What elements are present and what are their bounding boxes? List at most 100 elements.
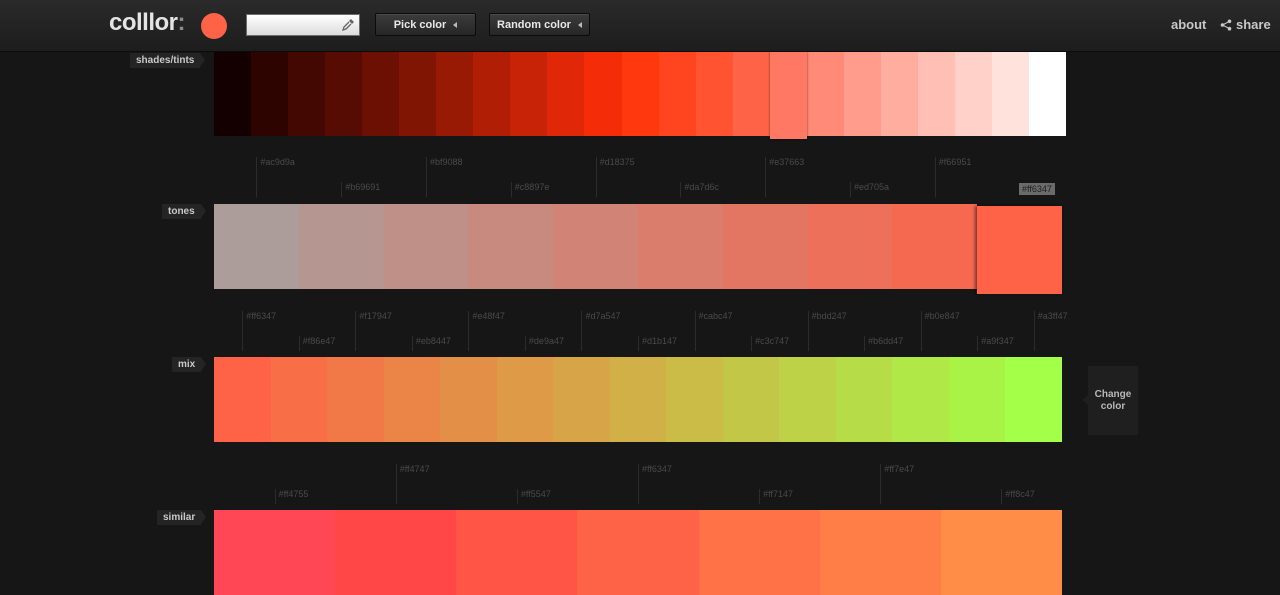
color-swatch[interactable] — [383, 357, 441, 442]
hex-label: #c3c747 — [751, 336, 789, 351]
pick-color-button[interactable]: Pick color — [375, 13, 476, 36]
color-swatch[interactable] — [335, 510, 457, 595]
current-color-swatch — [201, 13, 227, 39]
color-swatch[interactable] — [892, 204, 978, 289]
color-swatch[interactable] — [214, 510, 336, 595]
color-swatch[interactable] — [456, 510, 578, 595]
color-swatch[interactable] — [948, 357, 1006, 442]
color-swatch[interactable] — [553, 204, 638, 289]
color-swatch[interactable] — [1029, 52, 1067, 136]
hex-label: #ff6347 — [638, 464, 672, 504]
color-swatch[interactable] — [327, 357, 384, 442]
color-swatch[interactable] — [1005, 357, 1062, 442]
color-swatch[interactable] — [553, 357, 610, 442]
section-label-tones: tones — [162, 204, 206, 219]
mix-strip — [214, 357, 1062, 442]
color-swatch[interactable] — [440, 357, 497, 442]
hex-label: #da7d6c — [680, 182, 719, 197]
eyedropper-icon[interactable] — [341, 18, 355, 32]
color-swatch[interactable] — [917, 52, 955, 136]
color-swatch[interactable] — [325, 52, 363, 136]
about-link[interactable]: about — [1171, 17, 1206, 32]
tones-selected-hex-badge: #ff6347 — [1019, 183, 1055, 195]
hex-label: #f86e47 — [298, 336, 335, 351]
color-swatch[interactable] — [843, 52, 881, 136]
section-label-mix: mix — [172, 357, 207, 372]
hex-label: #a3ff47 — [1033, 311, 1068, 351]
color-swatch[interactable] — [214, 204, 299, 289]
random-color-button[interactable]: Random color — [489, 13, 590, 36]
hex-label: #e48f47 — [468, 311, 505, 351]
top-bar: colllor: Pick color Random color about s… — [0, 0, 1280, 52]
color-swatch[interactable] — [666, 357, 723, 442]
color-swatch[interactable] — [940, 510, 1062, 595]
color-swatch[interactable] — [473, 52, 511, 136]
hex-label: #c8897e — [510, 182, 549, 197]
color-swatch[interactable] — [288, 52, 326, 136]
hex-label: #bf9088 — [426, 157, 463, 197]
color-swatch[interactable] — [436, 52, 474, 136]
color-swatch[interactable] — [214, 357, 271, 442]
share-label: share — [1236, 17, 1271, 32]
pick-color-label: Pick color — [393, 18, 447, 31]
color-swatch[interactable] — [880, 52, 918, 136]
color-swatch[interactable] — [577, 510, 699, 595]
logo[interactable]: colllor: — [109, 9, 185, 37]
color-swatch[interactable] — [298, 204, 384, 289]
caret-left-icon — [453, 21, 458, 28]
section-label-similar: similar — [157, 510, 207, 525]
color-swatch[interactable] — [819, 510, 941, 595]
hex-label: #ff5547 — [516, 489, 551, 504]
color-swatch[interactable] — [468, 204, 554, 289]
color-swatch[interactable] — [609, 357, 667, 442]
hex-label: #d1b147 — [638, 336, 677, 351]
change-color-button[interactable]: Change color — [1083, 366, 1138, 435]
color-swatch[interactable] — [695, 52, 733, 136]
hex-label: #de9a47 — [524, 336, 564, 351]
hex-label: #ff8c47 — [1001, 489, 1035, 504]
color-swatch[interactable] — [892, 357, 949, 442]
hex-label: #ff6347 — [242, 311, 276, 351]
hex-label: #bdd247 — [807, 311, 847, 351]
color-swatch[interactable] — [251, 52, 289, 136]
color-swatch[interactable] — [496, 357, 554, 442]
hex-label: #e37663 — [765, 157, 804, 197]
hex-label: #f17947 — [355, 311, 392, 351]
color-swatch[interactable] — [621, 52, 659, 136]
color-swatch[interactable] — [510, 52, 548, 136]
color-swatch[interactable] — [807, 204, 893, 289]
color-swatch[interactable] — [547, 52, 585, 136]
similar-strip — [214, 510, 1062, 595]
hex-label: #b0e847 — [920, 311, 960, 351]
color-swatch[interactable] — [806, 52, 844, 136]
hex-label: #d7a547 — [581, 311, 621, 351]
color-swatch[interactable] — [270, 357, 328, 442]
share-link[interactable]: share — [1220, 17, 1271, 32]
color-swatch[interactable] — [732, 52, 770, 136]
color-swatch[interactable] — [779, 357, 836, 442]
hex-label: #a9f347 — [977, 336, 1014, 351]
color-swatch[interactable] — [658, 52, 696, 136]
hex-label: #ed705a — [850, 182, 889, 197]
hex-label: #d18375 — [595, 157, 635, 197]
color-swatch[interactable] — [954, 52, 992, 136]
color-swatch[interactable] — [722, 204, 808, 289]
color-swatch[interactable] — [722, 357, 780, 442]
color-swatch[interactable] — [383, 204, 469, 289]
color-swatch[interactable] — [769, 52, 807, 139]
hex-label: #ff7e47 — [880, 464, 914, 504]
color-swatch[interactable] — [977, 206, 1062, 294]
tones-strip — [214, 204, 1062, 294]
hex-label: #ff7147 — [759, 489, 793, 504]
color-swatch[interactable] — [584, 52, 622, 136]
hex-label: #b6dd47 — [864, 336, 903, 351]
color-swatch[interactable] — [214, 52, 252, 136]
hex-label: #cabc47 — [694, 311, 733, 351]
color-swatch[interactable] — [698, 510, 820, 595]
color-swatch[interactable] — [362, 52, 400, 136]
color-swatch[interactable] — [399, 52, 437, 136]
hex-label: #ac9d9a — [256, 157, 295, 197]
color-swatch[interactable] — [637, 204, 723, 289]
color-swatch[interactable] — [991, 52, 1030, 136]
color-swatch[interactable] — [835, 357, 893, 442]
